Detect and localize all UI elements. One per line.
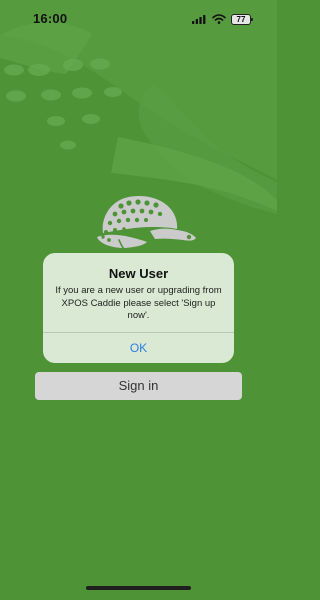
ok-button[interactable]: OK	[43, 333, 234, 363]
new-user-alert-dialog: New User If you are a new user or upgrad…	[43, 253, 234, 363]
app-screen: 16:00 77 New User If you are a new user …	[0, 0, 277, 600]
battery-icon: 77	[231, 13, 253, 25]
signal-bars-icon	[192, 15, 206, 24]
status-bar: 16:00 77	[0, 0, 277, 38]
golf-cap-logo-icon	[97, 195, 196, 252]
wifi-icon	[212, 14, 226, 24]
battery-percentage: 77	[236, 14, 246, 24]
home-indicator[interactable]	[86, 586, 191, 590]
sign-in-button[interactable]: Sign in	[35, 372, 242, 400]
dialog-title: New User	[108, 266, 169, 281]
battery-tip	[251, 17, 253, 21]
status-icons: 77	[192, 12, 253, 26]
dialog-message: If you are a new user or upgrading from …	[55, 285, 222, 321]
status-time: 16:00	[33, 11, 68, 26]
